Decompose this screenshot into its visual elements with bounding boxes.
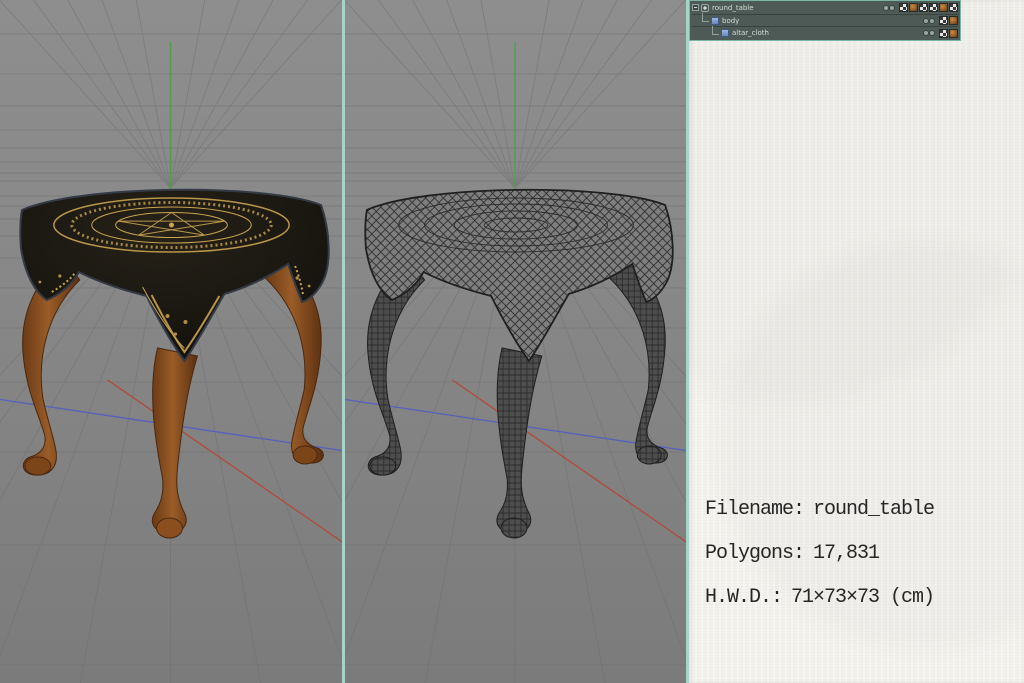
shaded-viewport-canvas bbox=[0, 0, 342, 683]
visibility-dot-icon[interactable] bbox=[884, 5, 888, 10]
dimensions-label: H.W.D.: bbox=[705, 586, 783, 609]
render-dot-icon[interactable] bbox=[890, 5, 894, 10]
checker-material-swatch-icon[interactable] bbox=[919, 3, 928, 13]
visibility-dot-icon[interactable] bbox=[924, 31, 928, 36]
null-object-icon bbox=[701, 3, 709, 12]
brown-material-swatch-icon[interactable] bbox=[949, 28, 958, 38]
viewport-shaded[interactable] bbox=[0, 0, 342, 683]
object-label[interactable]: body bbox=[722, 17, 739, 25]
object-manager-panel: round_table body altar_cloth bbox=[689, 0, 961, 41]
polygons-line: Polygons: 17,831 bbox=[705, 542, 934, 566]
spec-sheet-panel: Filename: round_table Polygons: 17,831 H.W… bbox=[689, 0, 1024, 683]
spec-text-block: Filename: round_table Polygons: 17,831 H.W… bbox=[705, 498, 935, 630]
polygons-value: 17,831 bbox=[813, 542, 880, 565]
dimensions-value: 71×73×73 (cm) bbox=[791, 586, 935, 609]
texture-tags bbox=[898, 3, 958, 13]
object-row-round-table[interactable]: round_table bbox=[692, 2, 958, 14]
polygons-label: Polygons: bbox=[705, 542, 805, 565]
object-label[interactable]: round_table bbox=[712, 4, 754, 12]
brown-material-swatch-icon[interactable] bbox=[939, 3, 948, 13]
filename-line: Filename: round_table bbox=[705, 498, 935, 522]
texture-tags bbox=[938, 28, 958, 38]
visibility-toggles[interactable] bbox=[922, 31, 934, 36]
visibility-dot-icon[interactable] bbox=[924, 18, 928, 23]
brown-material-swatch-icon[interactable] bbox=[949, 16, 958, 25]
checker-material-swatch-icon[interactable] bbox=[899, 3, 908, 13]
object-row-altar-cloth[interactable]: altar_cloth bbox=[692, 25, 958, 39]
filename-value: round_table bbox=[813, 498, 935, 521]
checker-material-swatch-icon[interactable] bbox=[949, 3, 958, 13]
visibility-toggles[interactable] bbox=[882, 5, 894, 10]
checker-material-swatch-icon[interactable] bbox=[929, 3, 938, 13]
app-window: Filename: round_table Polygons: 17,831 H.W… bbox=[0, 0, 1024, 683]
render-dot-icon[interactable] bbox=[930, 18, 934, 23]
checker-material-swatch-icon[interactable] bbox=[939, 16, 948, 25]
checker-material-swatch-icon[interactable] bbox=[939, 28, 948, 38]
filename-label: Filename: bbox=[705, 498, 805, 521]
dimensions-line: H.W.D.: 71×73×73 (cm) bbox=[705, 586, 935, 610]
render-dot-icon[interactable] bbox=[930, 31, 934, 36]
texture-tags bbox=[938, 16, 958, 25]
visibility-toggles[interactable] bbox=[922, 18, 934, 23]
viewport-wireframe[interactable] bbox=[345, 0, 686, 683]
mesh-object-icon bbox=[721, 29, 729, 38]
mesh-object-icon bbox=[711, 16, 719, 25]
wireframe-viewport-canvas bbox=[345, 0, 686, 683]
object-label[interactable]: altar_cloth bbox=[732, 29, 769, 37]
brown-material-swatch-icon[interactable] bbox=[909, 3, 918, 13]
expander-icon[interactable] bbox=[692, 4, 699, 12]
tree-connector bbox=[712, 25, 719, 35]
tree-connector bbox=[702, 13, 709, 22]
object-row-body[interactable]: body bbox=[692, 13, 958, 27]
